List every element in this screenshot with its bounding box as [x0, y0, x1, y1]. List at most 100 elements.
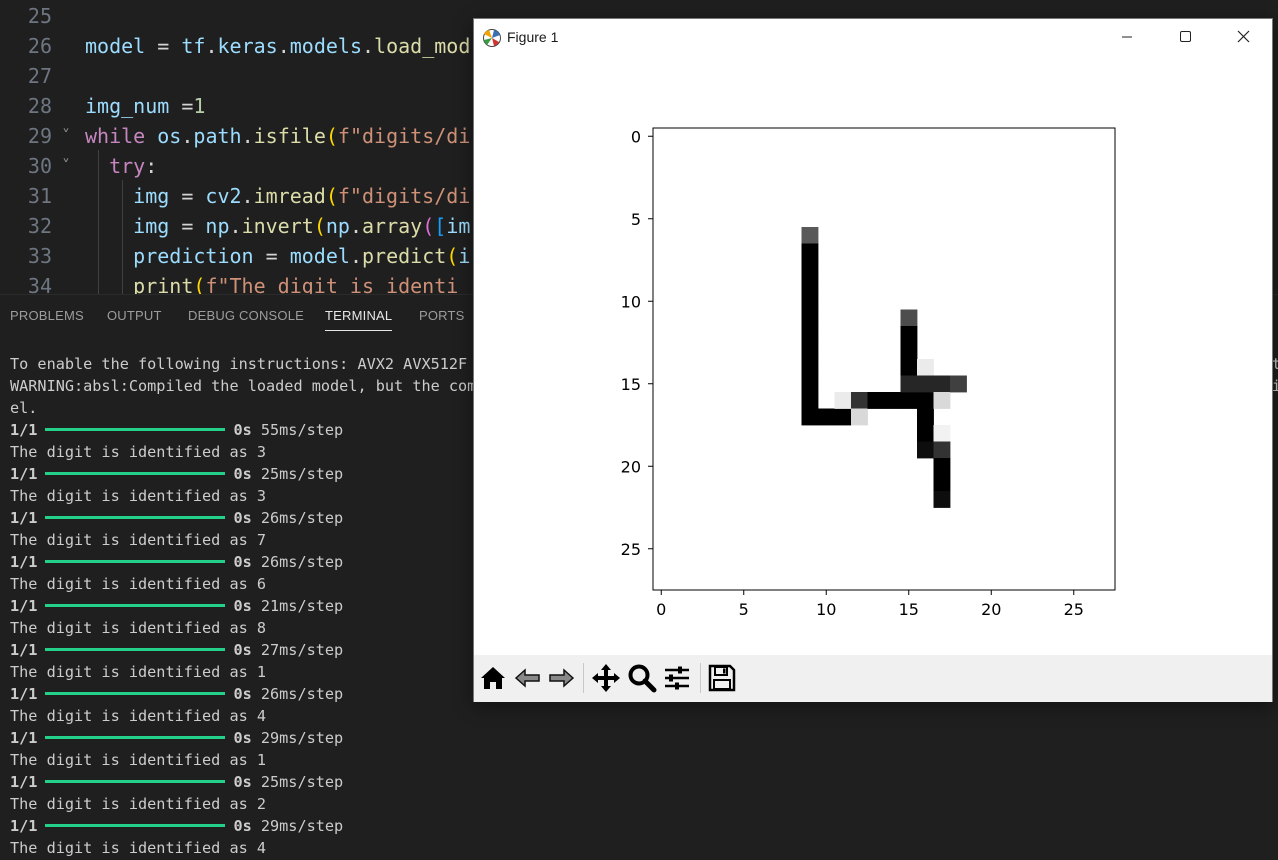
image-pixel [933, 474, 951, 492]
figure-canvas[interactable]: 0 5 10 15 20 25 0 5 10 15 20 25 [474, 55, 1272, 655]
save-icon [708, 664, 736, 692]
step-rate: 26ms/step [251, 553, 344, 571]
terminal-progress-line: 1/1 0s 26ms/step [10, 683, 343, 705]
zoom-button[interactable] [625, 661, 659, 695]
step-count: 1/1 [10, 641, 38, 659]
close-button[interactable] [1214, 19, 1272, 55]
terminal-progress-line: 1/1 0s 26ms/step [10, 507, 343, 529]
home-icon [481, 667, 505, 689]
step-count: 1/1 [10, 817, 38, 835]
image-pixel [900, 309, 918, 327]
x-tick-label: 15 [899, 600, 919, 619]
zoom-icon [628, 664, 657, 693]
elapsed-time: 0s [233, 685, 252, 703]
step-rate: 29ms/step [251, 729, 344, 747]
home-button[interactable] [476, 661, 510, 695]
progress-bar [45, 427, 226, 431]
line-number: 25 [27, 4, 52, 28]
image-pixel [933, 491, 951, 508]
y-tick-label: 25 [621, 540, 641, 559]
close-icon [1237, 30, 1250, 43]
line-number: 31 [27, 184, 52, 208]
code-text: img_num =1 [85, 94, 206, 118]
line-number: 32 [27, 214, 52, 238]
code-text: img = np.invert(np.array([im [133, 214, 471, 238]
image-pixel [900, 326, 918, 343]
step-count: 1/1 [10, 465, 38, 483]
fold-chevron-icon[interactable]: ˅ [62, 121, 70, 151]
tab-terminal[interactable]: TERMINAL [325, 308, 393, 331]
terminal-progress-line: 1/1 0s 29ms/step [10, 727, 343, 749]
step-count: 1/1 [10, 685, 38, 703]
minimize-icon [1122, 36, 1132, 38]
figure-title: Figure 1 [507, 29, 559, 45]
save-button[interactable] [705, 661, 739, 695]
back-button[interactable] [511, 661, 545, 695]
minimize-button[interactable] [1098, 19, 1156, 55]
figure-title-bar[interactable]: Figure 1 [474, 19, 1272, 55]
tab-debug-console[interactable]: DEBUG CONSOLE [188, 308, 304, 323]
y-tick-label: 5 [631, 210, 641, 229]
progress-bar [45, 471, 226, 475]
elapsed-time: 0s [233, 729, 252, 747]
line-number: 33 [27, 244, 52, 268]
pan-button[interactable] [589, 661, 623, 695]
elapsed-time: 0s [233, 509, 252, 527]
line-number: 26 [27, 34, 52, 58]
maximize-button[interactable] [1156, 19, 1214, 55]
terminal-result-line: The digit is identified as 6 [10, 575, 267, 593]
step-count: 1/1 [10, 597, 38, 615]
progress-bar [45, 603, 226, 607]
image-pixel [933, 425, 951, 442]
step-rate: 21ms/step [251, 597, 344, 615]
image-pixel [933, 375, 951, 393]
terminal-result-line: The digit is identified as 8 [10, 619, 267, 637]
image-pixel [818, 408, 835, 426]
plot-background [653, 128, 1115, 590]
terminal-progress-line: 1/1 0s 25ms/step [10, 771, 343, 793]
configure-subplots-icon [665, 666, 689, 690]
image-pixel [801, 392, 819, 409]
code-text: print(f"The digit is identi [133, 274, 459, 294]
indent-guide [98, 150, 99, 294]
toolbar-separator [583, 663, 584, 693]
step-rate: 25ms/step [251, 465, 344, 483]
elapsed-time: 0s [233, 597, 252, 615]
step-rate: 26ms/step [251, 685, 344, 703]
indent-guide [122, 180, 123, 294]
tab-ports[interactable]: PORTS [419, 308, 465, 323]
image-pixel [801, 342, 819, 360]
image-pixel [801, 227, 819, 244]
code-text: img = cv2.imread(f"digits/di [133, 184, 471, 208]
image-pixel [851, 392, 868, 409]
y-tick-label: 10 [621, 292, 641, 311]
step-rate: 29ms/step [251, 817, 344, 835]
tab-output[interactable]: OUTPUT [107, 308, 162, 323]
progress-bar [45, 691, 226, 695]
tab-problems[interactable]: PROBLEMS [10, 308, 84, 323]
configure-subplots-button[interactable] [660, 661, 694, 695]
progress-bar [45, 647, 226, 651]
image-pixel [917, 408, 934, 426]
image-pixel [950, 375, 967, 393]
step-count: 1/1 [10, 509, 38, 527]
image-pixel [917, 425, 934, 442]
image-pixel [917, 441, 934, 459]
step-count: 1/1 [10, 553, 38, 571]
progress-bar [45, 779, 226, 783]
image-pixel [917, 359, 934, 376]
step-rate: 26ms/step [251, 509, 344, 527]
progress-bar [45, 559, 226, 563]
terminal-progress-line: 1/1 0s 27ms/step [10, 639, 343, 661]
figure-window[interactable]: Figure 1 0 5 10 15 20 25 0 5 10 15 20 25 [473, 18, 1273, 702]
fold-chevron-icon[interactable]: ˅ [62, 151, 70, 181]
terminal-result-line: The digit is identified as 1 [10, 663, 267, 681]
forward-button[interactable] [544, 661, 578, 695]
terminal-result-line: The digit is identified as 4 [10, 707, 267, 725]
navigation-toolbar [474, 655, 1272, 702]
line-number: 30 [27, 154, 52, 178]
image-pixel [801, 359, 819, 376]
pan-icon [592, 664, 620, 692]
terminal-result-line: The digit is identified as 7 [10, 531, 267, 549]
image-pixel [834, 392, 852, 409]
